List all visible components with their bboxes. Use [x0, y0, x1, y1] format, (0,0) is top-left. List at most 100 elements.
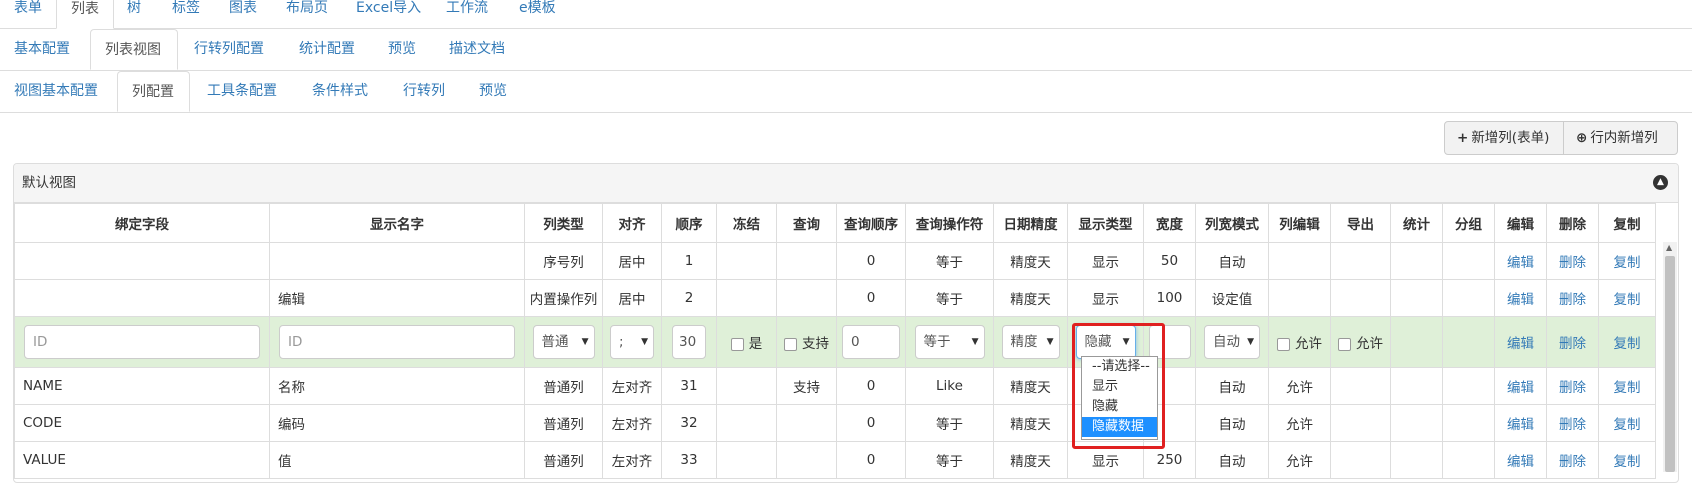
dropdown-option[interactable]: --请选择-- — [1082, 357, 1157, 377]
tab-view-0[interactable]: 视图基本配置 — [0, 71, 115, 111]
copy-link[interactable]: 复制 — [1614, 380, 1641, 396]
copy-link[interactable]: 复制 — [1614, 417, 1641, 433]
delete-link[interactable]: 删除 — [1559, 255, 1586, 271]
width-input[interactable] — [1148, 325, 1191, 359]
cell-operator: Like — [905, 367, 994, 405]
cell-type: 普通列 — [524, 367, 603, 405]
export-checkbox[interactable] — [1338, 337, 1351, 351]
column-header: 列宽模式 — [1195, 203, 1269, 243]
tab-top-4[interactable]: 图表 — [215, 0, 272, 28]
cell-name: 编码 — [269, 404, 525, 442]
tab-config-5[interactable]: 描述文档 — [435, 29, 525, 69]
cell-group — [1442, 279, 1495, 317]
col-edit-checkbox[interactable] — [1277, 337, 1290, 351]
edit-link[interactable]: 编辑 — [1507, 454, 1534, 470]
cell-order: 32 — [661, 404, 717, 442]
delete-link[interactable]: 删除 — [1559, 417, 1586, 433]
tab-config-4[interactable]: 预览 — [374, 29, 431, 69]
tab-view-5[interactable]: 预览 — [465, 71, 525, 111]
cell-freeze — [716, 367, 777, 405]
tab-top-6[interactable]: Excel导入 — [342, 0, 435, 28]
tab-top-7[interactable]: 工作流 — [432, 0, 505, 28]
cell-export — [1330, 404, 1391, 442]
edit-link[interactable]: 编辑 — [1507, 336, 1534, 352]
action-cell: 复制 — [1598, 242, 1656, 280]
cell-query-order: 0 — [836, 279, 906, 317]
cell-name — [269, 242, 525, 280]
cell-group — [1442, 242, 1495, 280]
collapse-up-icon[interactable]: ▲ — [1653, 175, 1668, 190]
cell-field — [14, 279, 270, 317]
order-input[interactable]: 30 — [672, 325, 706, 359]
top-tabbar: 表单 列表树标签 图表 布局页 Excel导入 工作流 e模板 — [0, 0, 1692, 29]
field-input[interactable]: ID — [24, 325, 260, 359]
add-column-form-button[interactable]: + 新增列(表单) — [1444, 121, 1564, 155]
tab-view-1[interactable]: 列配置 — [117, 71, 190, 112]
tab-view-2[interactable]: 工具条配置 — [193, 71, 298, 111]
tab-config-0[interactable]: 基本配置 — [0, 29, 86, 69]
action-cell: 编辑 — [1494, 242, 1547, 280]
cell-operator: 等于 ▼ — [905, 316, 994, 368]
delete-link[interactable]: 删除 — [1559, 292, 1586, 308]
delete-link[interactable]: 删除 — [1559, 380, 1586, 396]
dropdown-option[interactable]: 隐藏数据 — [1082, 417, 1157, 437]
query-order-input[interactable]: 0 — [842, 325, 900, 359]
width-mode-select[interactable]: 自动 ▼ — [1204, 325, 1260, 359]
tab-config-2[interactable]: 行转列配置 — [180, 29, 285, 69]
tab-top-2[interactable]: 树 — [113, 0, 158, 28]
date-precision-select[interactable]: 精度 ▼ — [1001, 325, 1060, 359]
column-header: 宽度 — [1143, 203, 1196, 243]
cell-export — [1330, 441, 1391, 479]
action-cell: 复制 — [1598, 404, 1656, 442]
type-select[interactable]: 普通 ▼ — [532, 325, 595, 359]
tab-top-0[interactable]: 表单 — [0, 0, 56, 28]
cell-operator: 等于 — [905, 242, 994, 280]
column-header: 日期精度 — [993, 203, 1068, 243]
tab-config-1[interactable]: 列表视图 — [90, 29, 178, 70]
cell-width-mode: 自动 — [1195, 367, 1269, 405]
cell-display-type: 显示 — [1067, 441, 1144, 479]
tab-top-1[interactable]: 列表 — [56, 0, 114, 29]
cell-field: VALUE — [14, 441, 270, 479]
action-cell: 删除 — [1546, 316, 1599, 368]
cell-query-order: 0 — [836, 404, 906, 442]
edit-link[interactable]: 编辑 — [1507, 417, 1534, 433]
query-checkbox[interactable] — [784, 337, 797, 351]
delete-link[interactable]: 删除 — [1559, 454, 1586, 470]
copy-link[interactable]: 复制 — [1614, 292, 1641, 308]
table-scrollbar-thumb[interactable] — [1665, 256, 1675, 472]
align-select[interactable]: ; ▼ — [610, 325, 654, 359]
tab-top-8[interactable]: e模板 — [505, 0, 575, 28]
tab-top-5[interactable]: 布局页 — [272, 0, 342, 28]
plus-icon: + — [1457, 130, 1469, 146]
cell-col-edit: 允许 — [1268, 404, 1331, 442]
cell-width-mode: 设定值 — [1195, 279, 1269, 317]
name-input[interactable]: ID — [279, 325, 515, 359]
cell-group — [1442, 367, 1495, 405]
operator-select[interactable]: 等于 ▼ — [914, 325, 985, 359]
cell-freeze — [716, 404, 777, 442]
scroll-up-icon[interactable]: ▲ — [1666, 243, 1672, 252]
dropdown-option[interactable]: 隐藏 — [1082, 397, 1157, 417]
edit-link[interactable]: 编辑 — [1507, 380, 1534, 396]
cell-query — [776, 404, 837, 442]
panel-title: 默认视图 — [22, 175, 76, 191]
tab-view-3[interactable]: 条件样式 — [298, 71, 389, 111]
tab-config-3[interactable]: 统计配置 — [285, 29, 374, 69]
delete-link[interactable]: 删除 — [1559, 336, 1586, 352]
add-column-inline-button[interactable]: ⊕ 行内新增列 — [1563, 121, 1678, 155]
table-row: CODE 编码 普通列 左对齐 32 0 等于 精度天 自动 允许 编辑 删除 复制 — [14, 404, 1656, 442]
display-type-dropdown-list[interactable]: --请选择-- 显示 隐藏 隐藏数据 — [1081, 356, 1158, 440]
dropdown-option[interactable]: 显示 — [1082, 377, 1157, 397]
copy-link[interactable]: 复制 — [1614, 336, 1641, 352]
tab-view-4[interactable]: 行转列 — [389, 71, 465, 111]
edit-link[interactable]: 编辑 — [1507, 292, 1534, 308]
copy-link[interactable]: 复制 — [1614, 255, 1641, 271]
display-type-select[interactable]: 隐藏 ▼ — [1075, 325, 1136, 359]
freeze-checkbox[interactable] — [730, 337, 744, 351]
tab-top-3[interactable]: 标签 — [158, 0, 215, 28]
cell-freeze — [716, 279, 777, 317]
copy-link[interactable]: 复制 — [1614, 454, 1641, 470]
edit-link[interactable]: 编辑 — [1507, 255, 1534, 271]
display-type-select-value: 隐藏 — [1084, 334, 1112, 350]
